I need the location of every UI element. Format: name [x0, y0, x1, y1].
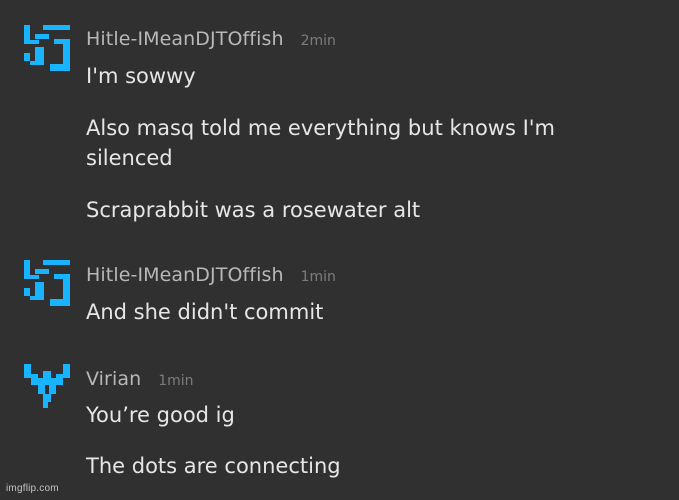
timestamp: 1min [300, 269, 336, 285]
message-text: The dots are connecting [86, 454, 341, 478]
timestamp: 1min [158, 373, 194, 389]
user-avatar-icon[interactable] [24, 364, 70, 410]
message-text: Also masq told me everything but knows I… [86, 116, 556, 140]
message-text: I'm sowwy [86, 64, 196, 88]
message-header: Hitle-IMeanDJTOffish 1min [86, 264, 336, 286]
message-header: Hitle-IMeanDJTOffish 2min [86, 28, 336, 50]
message-header: Virian 1min [86, 368, 194, 390]
chat-area: Hitle-IMeanDJTOffish 2min I'm sowwy Also… [0, 0, 679, 500]
message-text: silenced [86, 146, 173, 170]
message-text: And she didn't commit [86, 300, 324, 324]
user-avatar-icon[interactable] [24, 260, 70, 306]
username[interactable]: Hitle-IMeanDJTOffish [86, 264, 284, 286]
message-text: Scraprabbit was a rosewater alt [86, 198, 421, 222]
imgflip-watermark: imgflip.com [6, 483, 59, 494]
username[interactable]: Virian [86, 368, 141, 390]
user-avatar-icon[interactable] [24, 25, 70, 71]
timestamp: 2min [300, 33, 336, 49]
message-text: You’re good ig [86, 403, 235, 427]
username[interactable]: Hitle-IMeanDJTOffish [86, 28, 284, 50]
